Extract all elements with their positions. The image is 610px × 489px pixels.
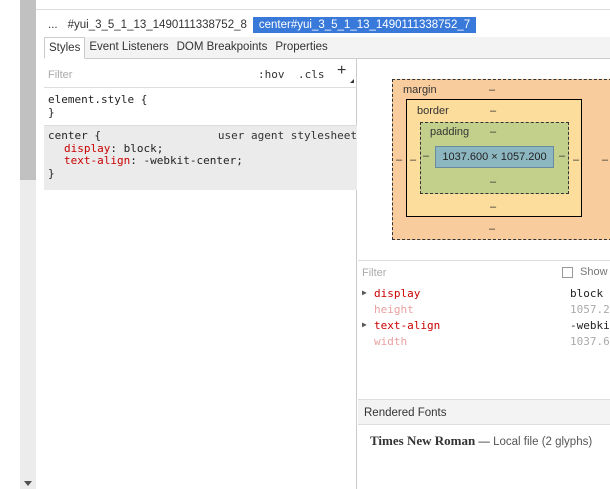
computed-row-height[interactable]: height 1057.2 xyxy=(358,302,610,318)
class-toggle[interactable]: .cls xyxy=(298,68,325,81)
margin-bottom-value[interactable]: – xyxy=(489,223,495,235)
css-property-text-align[interactable]: text-align: -webkit-center; xyxy=(48,154,353,168)
font-separator: — xyxy=(475,436,494,448)
border-top-value[interactable]: – xyxy=(490,105,496,117)
breadcrumb-ellipsis[interactable]: ... xyxy=(44,17,62,33)
rule-close: } xyxy=(48,166,55,180)
property-value: -webkit-center; xyxy=(143,154,243,167)
element-style-selector: element.style { xyxy=(48,93,148,106)
rule-origin: user agent stylesheet xyxy=(217,129,357,142)
computed-property-value: block xyxy=(570,287,604,300)
box-model-margin[interactable]: margin – – – – border – – – – padding – … xyxy=(392,79,610,240)
property-value: block; xyxy=(123,141,164,155)
padding-bottom-value[interactable]: – xyxy=(490,176,496,188)
computed-properties-list: ▶ display block height 1057.2 ▶ text-ali… xyxy=(358,286,610,350)
property-name: display xyxy=(64,141,111,155)
expand-triangle-icon[interactable]: ▶ xyxy=(362,288,367,297)
toolbar-edge xyxy=(36,0,610,10)
padding-left-value[interactable]: – xyxy=(423,150,429,162)
breadcrumb: ... #yui_3_5_1_13_1490111338752_8 center… xyxy=(36,14,610,36)
computed-row-text-align[interactable]: ▶ text-align -webki xyxy=(358,318,610,334)
border-right-value[interactable]: – xyxy=(573,154,579,166)
element-style-rule[interactable]: element.style { } xyxy=(44,90,357,126)
breadcrumb-item-selected[interactable]: center#yui_3_5_1_13_1490111338752_7 xyxy=(252,17,477,33)
rendered-fonts-title: Rendered Fonts xyxy=(364,407,447,419)
computed-filter-bar: Filter Show xyxy=(358,260,610,282)
expand-triangle-icon[interactable]: ▶ xyxy=(362,320,367,329)
border-label: border xyxy=(417,105,449,117)
computed-property-value: 1057.2 xyxy=(570,303,610,316)
margin-label: margin xyxy=(403,84,437,96)
scrollbar-thumb[interactable] xyxy=(20,0,36,180)
rendered-font-entry: Times New Roman — Local file (2 glyphs) xyxy=(370,433,610,449)
styles-filter-input[interactable]: Filter xyxy=(48,69,72,81)
tab-properties[interactable]: Properties xyxy=(271,37,331,58)
center-style-rule[interactable]: center { user agent stylesheet display: … xyxy=(44,126,357,190)
box-model-padding[interactable]: padding – – – – 1037.600 × 1057.200 xyxy=(420,122,569,194)
padding-right-value[interactable]: – xyxy=(559,150,565,162)
tab-styles[interactable]: Styles xyxy=(44,37,86,59)
hover-state-toggle[interactable]: :hov xyxy=(258,68,285,81)
computed-property-value: -webki xyxy=(570,319,610,332)
new-rule-menu-icon[interactable] xyxy=(350,79,354,83)
show-all-label: Show xyxy=(580,266,608,278)
rendered-fonts-header[interactable]: Rendered Fonts xyxy=(358,399,610,425)
computed-property-name: text-align xyxy=(374,319,441,332)
margin-right-value[interactable]: – xyxy=(602,154,608,166)
computed-property-name: height xyxy=(374,303,414,316)
breadcrumb-item-parent[interactable]: #yui_3_5_1_13_1490111338752_8 xyxy=(62,17,253,33)
font-glyph-count: (2 glyphs) xyxy=(541,436,593,448)
margin-left-value[interactable]: – xyxy=(396,154,402,166)
new-style-rule-button[interactable]: + xyxy=(337,62,346,80)
padding-label: padding xyxy=(430,126,470,138)
computed-property-name: display xyxy=(374,287,421,300)
tab-event-listeners[interactable]: Event Listeners xyxy=(85,37,172,58)
tab-dom-breakpoints[interactable]: DOM Breakpoints xyxy=(173,37,272,58)
computed-row-width[interactable]: width 1037.6 xyxy=(358,334,610,350)
scroll-down-arrow-icon[interactable] xyxy=(24,481,32,486)
styles-pane: Filter :hov .cls + element.style { } cen… xyxy=(44,59,357,489)
border-bottom-value[interactable]: – xyxy=(490,201,496,213)
sidebar-tabs: Styles Event Listeners DOM Breakpoints P… xyxy=(44,37,610,59)
show-all-checkbox[interactable] xyxy=(562,267,573,278)
box-model-border[interactable]: border – – – – padding – – – – 1037.600 … xyxy=(406,99,582,217)
font-name: Times New Roman xyxy=(370,433,476,448)
padding-top-value[interactable]: – xyxy=(490,126,496,138)
margin-top-value[interactable]: – xyxy=(489,84,495,96)
computed-row-display[interactable]: ▶ display block xyxy=(358,286,610,302)
element-style-close: } xyxy=(48,105,55,119)
computed-pane: margin – – – – border – – – – padding – … xyxy=(358,59,610,489)
property-name: text-align xyxy=(64,154,131,167)
font-source: Local file xyxy=(493,436,542,448)
styles-filter-bar: Filter :hov .cls + xyxy=(44,59,357,88)
computed-property-name: width xyxy=(374,335,408,348)
computed-property-value: 1037.6 xyxy=(570,335,610,348)
vertical-scrollbar[interactable] xyxy=(20,0,36,489)
border-left-value[interactable]: – xyxy=(410,154,416,166)
computed-filter-input[interactable]: Filter xyxy=(362,267,386,279)
box-model-content-size[interactable]: 1037.600 × 1057.200 xyxy=(435,146,554,168)
